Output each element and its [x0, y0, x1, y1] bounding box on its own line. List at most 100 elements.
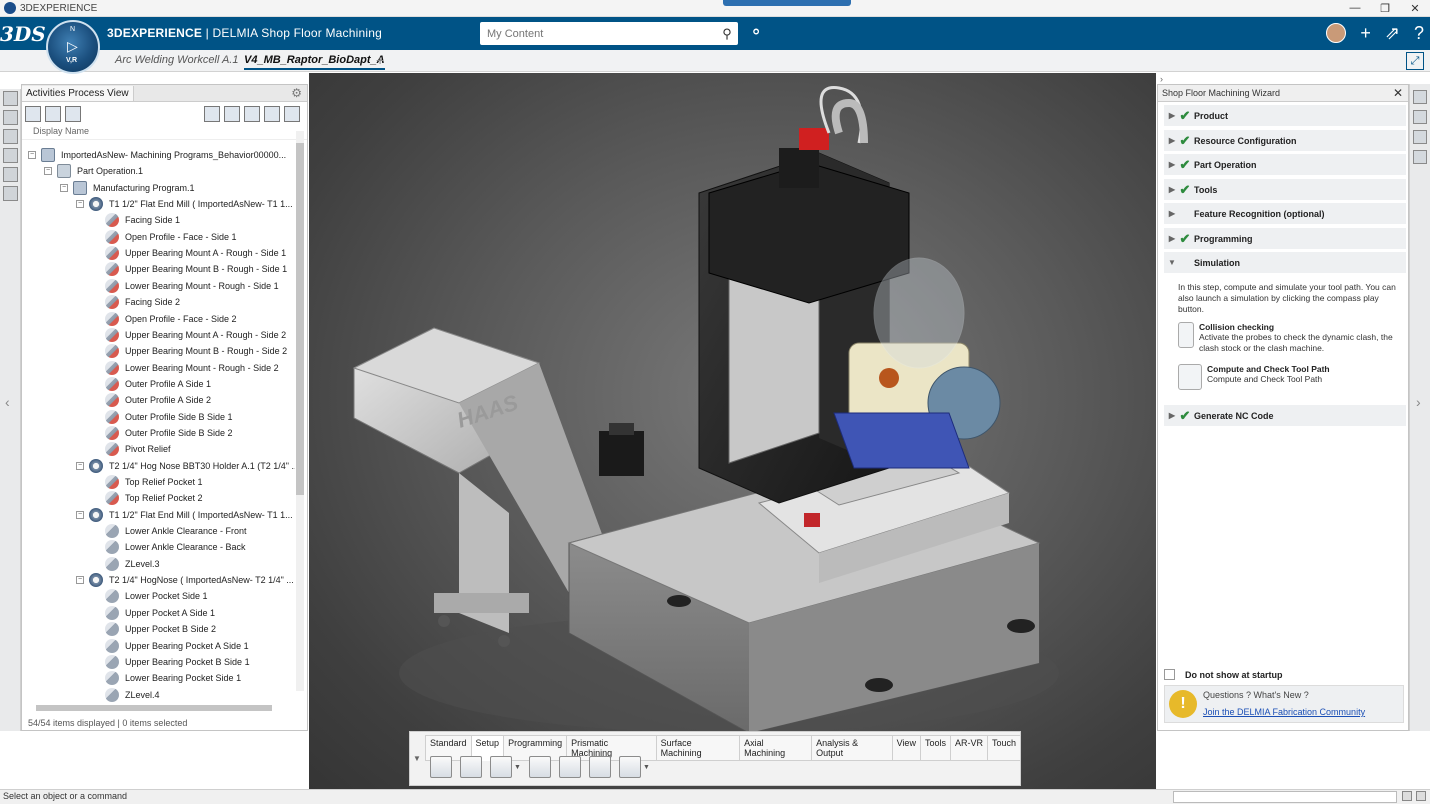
- share-icon[interactable]: ⇗: [1385, 22, 1400, 44]
- compute-tool-path-icon[interactable]: [1178, 364, 1202, 390]
- collapse-all-icon[interactable]: [65, 106, 81, 122]
- tree-row[interactable]: Upper Pocket A Side 1: [92, 605, 215, 621]
- wizard-step[interactable]: ▶ ✔ Tools: [1164, 179, 1406, 200]
- tree-row[interactable]: Lower Pocket Side 1: [92, 588, 208, 604]
- tab-raptor-biodapt[interactable]: V4_MB_Raptor_BioDapt_A: [244, 54, 385, 70]
- search-icon[interactable]: ⚲: [716, 26, 738, 42]
- tree-row[interactable]: ZLevel.4: [92, 687, 160, 703]
- tree-row[interactable]: − T1 1/2" Flat End Mill ( ImportedAsNew- …: [76, 196, 293, 212]
- tree-toggle-icon[interactable]: −: [76, 510, 84, 519]
- program-dropdown-icon[interactable]: ▼: [643, 764, 650, 771]
- tree-row[interactable]: − T2 1/4" HogNose ( ImportedAsNew- T2 1/4…: [76, 572, 294, 588]
- scroll-thumb[interactable]: [296, 143, 304, 495]
- collision-checking-item[interactable]: Collision checking Activate the probes t…: [1178, 322, 1403, 354]
- refresh-icon[interactable]: [264, 106, 280, 122]
- machining-axis-icon[interactable]: [558, 756, 581, 778]
- tree-row[interactable]: Facing Side 1: [92, 212, 180, 228]
- compute-tool-path-item[interactable]: Compute and Check Tool Path Compute and …: [1178, 364, 1403, 390]
- tree-view-icon[interactable]: [3, 91, 18, 106]
- filter-icon[interactable]: [25, 106, 41, 122]
- vertical-scrollbar[interactable]: [296, 131, 304, 691]
- action-tab[interactable]: Tools: [919, 735, 951, 761]
- chevron-down-icon[interactable]: ▼: [1166, 258, 1178, 267]
- tree-row[interactable]: Outer Profile Side B Side 1: [92, 409, 233, 425]
- community-link[interactable]: Join the DELMIA Fabrication Community: [1203, 707, 1365, 717]
- tree-row[interactable]: − Part Operation.1: [44, 163, 143, 179]
- chevron-right-icon[interactable]: ▶: [1166, 185, 1178, 194]
- tree-row[interactable]: Top Relief Pocket 1: [92, 474, 203, 490]
- manufacturing-icon[interactable]: [3, 148, 18, 163]
- tree-filter-icon[interactable]: [224, 106, 240, 122]
- tree-toggle-icon[interactable]: −: [28, 151, 36, 159]
- tree-row[interactable]: − T2 1/4" Hog Nose BBT30 Holder A.1 (T2 1…: [76, 458, 295, 474]
- search-box[interactable]: ⚲: [480, 22, 738, 45]
- chevron-left-icon[interactable]: ‹: [5, 394, 10, 410]
- tree-row[interactable]: Lower Ankle Clearance - Front: [92, 523, 247, 539]
- chevron-right-icon[interactable]: ▶: [1166, 160, 1178, 169]
- layers-icon[interactable]: [3, 186, 18, 201]
- search-input[interactable]: [480, 27, 716, 40]
- dont-show-option[interactable]: Do not show at startup: [1164, 669, 1283, 680]
- help-icon[interactable]: ?: [1414, 22, 1424, 44]
- chevron-right-icon[interactable]: ▶: [1166, 209, 1178, 218]
- fixture-icon[interactable]: [528, 756, 551, 778]
- tree-row[interactable]: Outer Profile Side B Side 2: [92, 425, 233, 441]
- tree-row[interactable]: Upper Pocket B Side 2: [92, 621, 216, 637]
- tree-row[interactable]: Outer Profile A Side 2: [92, 392, 211, 408]
- close-window-button[interactable]: ✕: [1400, 2, 1430, 15]
- tree-row[interactable]: Upper Bearing Mount B - Rough - Side 2: [92, 343, 287, 359]
- chevron-right-icon[interactable]: ▶: [1166, 111, 1178, 120]
- tree-row[interactable]: Lower Ankle Clearance - Back: [92, 539, 246, 555]
- add-icon[interactable]: +: [1360, 22, 1371, 44]
- horizontal-scrollbar[interactable]: [30, 704, 292, 712]
- tree-row[interactable]: Upper Bearing Pocket B Side 1: [92, 654, 250, 670]
- export-icon[interactable]: [244, 106, 260, 122]
- notes-icon[interactable]: [1413, 130, 1427, 144]
- wizard-step[interactable]: ▶ Feature Recognition (optional): [1164, 203, 1406, 224]
- tree-row[interactable]: Upper Bearing Pocket A Side 1: [92, 638, 249, 654]
- tree-row[interactable]: ZLevel.3: [92, 556, 160, 572]
- collapse-right-icon[interactable]: ›: [1160, 74, 1163, 84]
- tree-toggle-icon[interactable]: −: [44, 167, 52, 176]
- close-wizard-icon[interactable]: ✕: [1393, 86, 1403, 100]
- tool-dropdown-icon[interactable]: ▼: [514, 764, 521, 771]
- action-tab[interactable]: Surface Machining: [655, 735, 741, 761]
- action-tab[interactable]: AR-VR: [949, 735, 988, 761]
- tree-row[interactable]: Lower Bearing Mount - Rough - Side 1: [92, 278, 279, 294]
- compute-tool-path-title[interactable]: Compute and Check Tool Path: [1207, 364, 1330, 374]
- tree-row[interactable]: Facing Side 2: [92, 294, 180, 310]
- tool-assembly-icon[interactable]: [490, 756, 512, 778]
- stock-icon[interactable]: [588, 756, 611, 778]
- 3d-viewport[interactable]: HAAS Z X: [309, 73, 1156, 789]
- tree-row[interactable]: Lower Bearing Pocket Side 1: [92, 670, 241, 686]
- resources-icon[interactable]: [3, 110, 18, 125]
- properties-icon[interactable]: [1413, 110, 1427, 124]
- tree-toggle-icon[interactable]: −: [76, 461, 84, 470]
- tab-arc-welding[interactable]: Arc Welding Workcell A.1: [115, 54, 238, 66]
- collision-checking-title[interactable]: Collision checking: [1199, 322, 1403, 332]
- search-tree-icon[interactable]: [204, 106, 220, 122]
- tree-toggle-icon[interactable]: −: [76, 200, 84, 209]
- ds-logo-icon[interactable]: 3DS: [0, 22, 46, 46]
- compass-play-icon[interactable]: ▷: [67, 38, 78, 55]
- gear-icon[interactable]: ⚙: [291, 86, 302, 100]
- tree-row[interactable]: Upper Bearing Mount A - Rough - Side 1: [92, 245, 286, 261]
- expand-all-icon[interactable]: [45, 106, 61, 122]
- chevron-right-icon[interactable]: ▶: [1166, 136, 1178, 145]
- tree-toggle-icon[interactable]: −: [76, 576, 84, 585]
- panel-title[interactable]: Activities Process View: [22, 85, 134, 101]
- action-tab[interactable]: View: [891, 735, 921, 761]
- tree-row[interactable]: Open Profile - Face - Side 1: [92, 229, 237, 245]
- tree-row[interactable]: Top Relief Pocket 2: [92, 490, 203, 506]
- wizard-step[interactable]: ▶ ✔ Part Operation: [1164, 154, 1406, 175]
- tree-row[interactable]: Outer Profile A Side 1: [92, 376, 211, 392]
- chevron-right-icon[interactable]: ▶: [1166, 234, 1178, 243]
- tree-row[interactable]: Pivot Relief: [92, 441, 171, 457]
- action-tab[interactable]: Analysis & Output: [811, 735, 893, 761]
- wizard-step[interactable]: ▶ ✔ Product: [1164, 105, 1406, 126]
- avatar[interactable]: [1326, 23, 1347, 43]
- fullscreen-icon[interactable]: ⤢: [1406, 52, 1424, 70]
- wizard-step[interactable]: ▶ ✔ Generate NC Code: [1164, 405, 1406, 426]
- add-tab-icon[interactable]: +: [376, 52, 384, 68]
- minimize-button[interactable]: —: [1340, 2, 1370, 15]
